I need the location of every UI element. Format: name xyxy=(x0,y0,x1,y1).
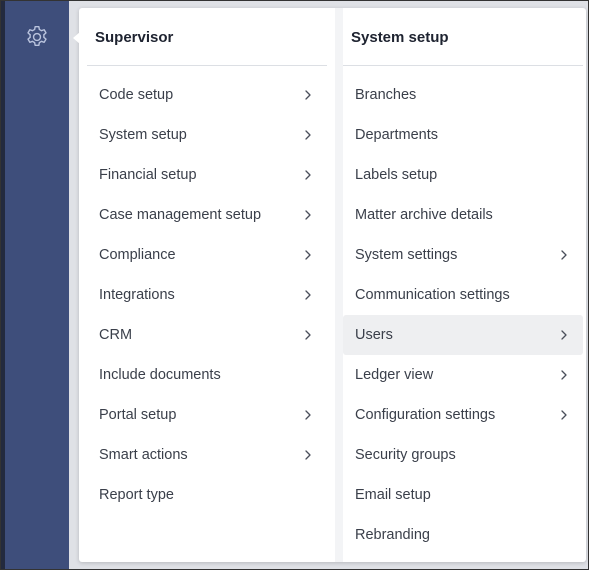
menu-item-email-setup[interactable]: Email setup xyxy=(343,475,583,515)
chevron-right-icon xyxy=(303,250,313,260)
menu-item-label: Compliance xyxy=(99,247,176,263)
menu-item-label: Security groups xyxy=(355,447,456,463)
menu-item-case-management-setup[interactable]: Case management setup xyxy=(87,195,327,235)
menu-item-label: Report type xyxy=(99,487,174,503)
chevron-right-icon xyxy=(303,330,313,340)
menu-item-smart-actions[interactable]: Smart actions xyxy=(87,435,327,475)
supervisor-menu: Code setup System setup Financial setup Cas… xyxy=(87,66,327,515)
sidebar xyxy=(5,0,69,570)
menu-item-label: Users xyxy=(355,327,393,343)
gear-icon[interactable] xyxy=(24,24,50,50)
menu-item-label: Case management setup xyxy=(99,207,262,223)
menu-item-label: Departments xyxy=(355,127,439,143)
column-divider xyxy=(335,8,343,562)
menu-item-code-setup[interactable]: Code setup xyxy=(87,75,327,115)
menu-item-label: Include documents xyxy=(99,367,221,383)
menu-item-branches[interactable]: Branches xyxy=(343,75,583,115)
chevron-right-icon xyxy=(559,370,569,380)
chevron-right-icon xyxy=(303,130,313,140)
system-setup-column: System setup Branches Departments Labels s… xyxy=(343,8,583,555)
menu-item-label: Rebranding xyxy=(355,527,430,543)
chevron-right-icon xyxy=(303,450,313,460)
system-setup-title: System setup xyxy=(343,8,583,66)
menu-item-label: Matter archive details xyxy=(355,207,493,223)
menu-item-security-groups[interactable]: Security groups xyxy=(343,435,583,475)
menu-item-label: Smart actions xyxy=(99,447,188,463)
menu-item-labels-setup[interactable]: Labels setup xyxy=(343,155,583,195)
menu-item-label: Portal setup xyxy=(99,407,177,423)
chevron-right-icon xyxy=(303,90,313,100)
menu-item-compliance[interactable]: Compliance xyxy=(87,235,327,275)
menu-item-system-settings[interactable]: System settings xyxy=(343,235,583,275)
menu-item-label: Labels setup xyxy=(355,167,438,183)
menu-item-label: Financial setup xyxy=(99,167,197,183)
menu-item-configuration-settings[interactable]: Configuration settings xyxy=(343,395,583,435)
menu-item-departments[interactable]: Departments xyxy=(343,115,583,155)
menu-item-label: Email setup xyxy=(355,487,431,503)
menu-item-label: Code setup xyxy=(99,87,174,103)
menu-item-label: CRM xyxy=(99,327,133,343)
chevron-right-icon xyxy=(303,210,313,220)
chevron-right-icon xyxy=(303,170,313,180)
chevron-right-icon xyxy=(303,290,313,300)
supervisor-title: Supervisor xyxy=(87,8,327,66)
chevron-right-icon xyxy=(559,330,569,340)
supervisor-column: Supervisor Code setup System setup Financi… xyxy=(87,8,327,515)
menu-item-label: System settings xyxy=(355,247,458,263)
flyout-pointer xyxy=(73,32,80,44)
chevron-right-icon xyxy=(559,410,569,420)
menu-item-rebranding[interactable]: Rebranding xyxy=(343,515,583,555)
menu-item-portal-setup[interactable]: Portal setup xyxy=(87,395,327,435)
menu-item-communication-settings[interactable]: Communication settings xyxy=(343,275,583,315)
menu-item-label: Branches xyxy=(355,87,417,103)
chevron-right-icon xyxy=(559,250,569,260)
menu-item-label: System setup xyxy=(99,127,187,143)
system-setup-menu: Branches Departments Labels setup Matter ar… xyxy=(343,66,583,555)
menu-item-include-documents[interactable]: Include documents xyxy=(87,355,327,395)
menu-item-label: Configuration settings xyxy=(355,407,496,423)
menu-item-crm[interactable]: CRM xyxy=(87,315,327,355)
menu-item-financial-setup[interactable]: Financial setup xyxy=(87,155,327,195)
menu-item-users[interactable]: Users xyxy=(343,315,583,355)
menu-item-matter-archive-details[interactable]: Matter archive details xyxy=(343,195,583,235)
menu-item-label: Ledger view xyxy=(355,367,434,383)
menu-item-ledger-view[interactable]: Ledger view xyxy=(343,355,583,395)
menu-item-label: Integrations xyxy=(99,287,175,303)
chevron-right-icon xyxy=(303,410,313,420)
menu-item-system-setup[interactable]: System setup xyxy=(87,115,327,155)
menu-item-report-type[interactable]: Report type xyxy=(87,475,327,515)
menu-item-integrations[interactable]: Integrations xyxy=(87,275,327,315)
menu-item-label: Communication settings xyxy=(355,287,510,303)
